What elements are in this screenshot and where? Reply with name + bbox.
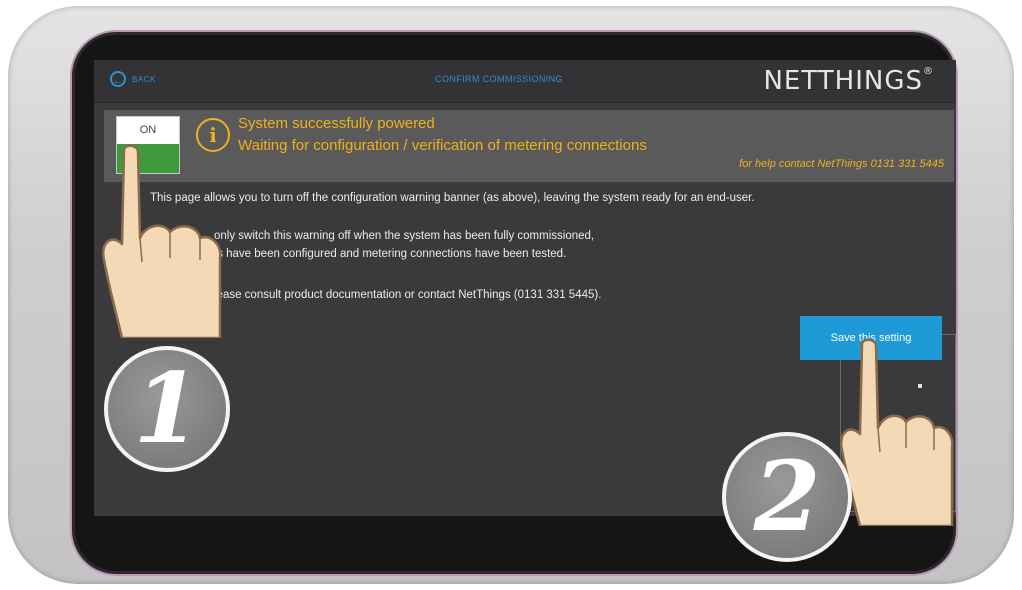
warning-instruction-line2: ts have been configured and metering con…: [214, 248, 567, 260]
page-title: CONFIRM COMMISSIONING: [435, 74, 563, 84]
pointing-hand-icon: [839, 338, 954, 526]
toggle-on-label: ON: [117, 117, 179, 144]
back-label: BACK: [132, 74, 156, 84]
logo-registered-mark: ®: [923, 66, 934, 77]
description-text: This page allows you to turn off the con…: [150, 192, 755, 204]
step-one-badge: 1: [104, 346, 230, 472]
help-contact-text: for help contact NetThings 0131 331 5445: [739, 158, 944, 170]
banner-waiting-line: Waiting for configuration / verification…: [238, 137, 647, 154]
banner-status-line: System successfully powered: [238, 115, 435, 132]
back-arrow-icon: ←: [110, 71, 126, 87]
warning-instruction-line1: only switch this warning off when the sy…: [214, 230, 595, 242]
step-two-badge: 2: [722, 432, 852, 562]
pointing-hand-icon: [101, 144, 222, 338]
top-bar: ← BACK CONFIRM COMMISSIONING NETTHINGS®: [94, 60, 956, 103]
netthings-logo: NETTHINGS®: [763, 66, 934, 96]
back-button[interactable]: ← BACK: [110, 71, 156, 87]
help-instruction-text: lease consult product documentation or c…: [214, 289, 602, 301]
logo-text: NETTHINGS: [763, 66, 923, 96]
configuration-warning-banner: ON i System successfully powered Waiting…: [104, 110, 954, 182]
